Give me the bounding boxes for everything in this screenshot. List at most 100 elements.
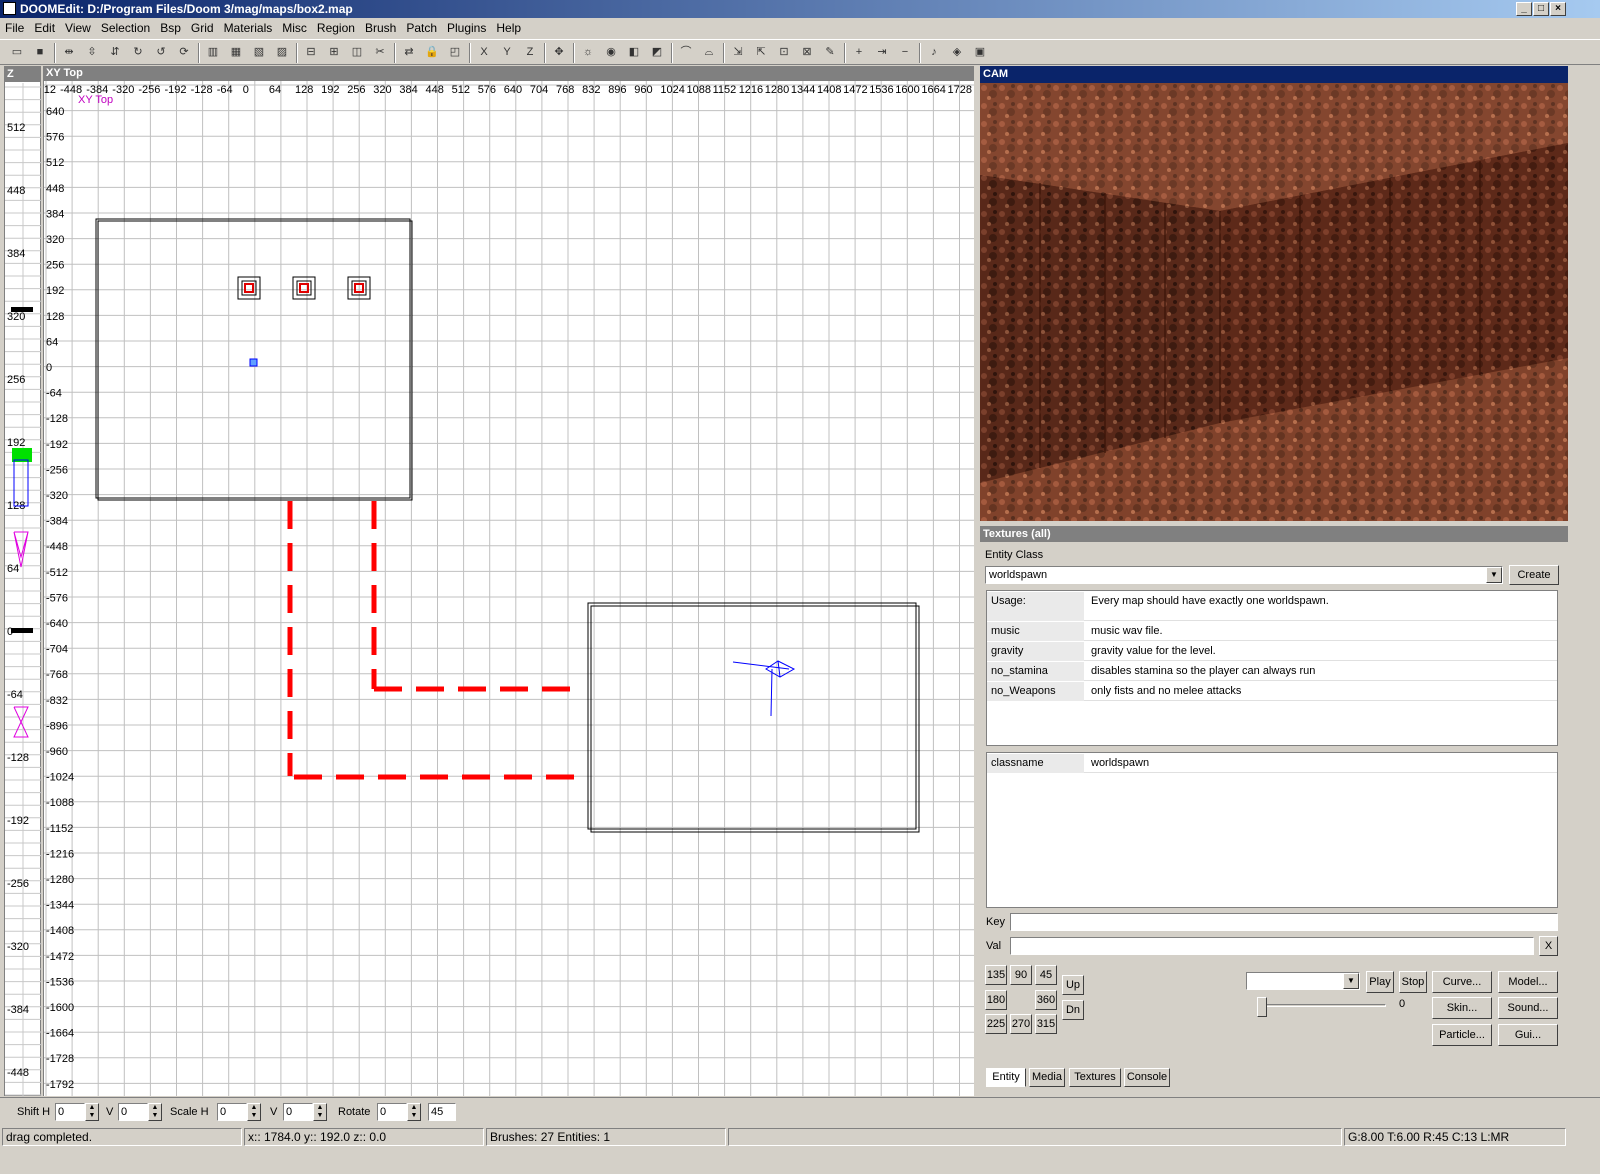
tab-entity[interactable]: Entity bbox=[986, 1068, 1026, 1087]
move-icon[interactable]: ✥ bbox=[550, 43, 568, 61]
light-entity-2[interactable] bbox=[292, 276, 316, 300]
rotate-y-icon[interactable]: ↺ bbox=[152, 43, 170, 61]
open-icon[interactable]: ▭ bbox=[8, 43, 26, 61]
rotate-spinner[interactable]: ▲ ▼ bbox=[407, 1103, 421, 1121]
tab-console[interactable]: Console bbox=[1124, 1068, 1170, 1087]
brush-icon[interactable]: ◧ bbox=[625, 43, 643, 61]
key-input[interactable] bbox=[1010, 913, 1558, 931]
cam-render[interactable] bbox=[980, 83, 1568, 521]
angle-135-button[interactable]: 135 bbox=[985, 965, 1007, 985]
scale-v-spinner[interactable]: ▲ ▼ bbox=[313, 1103, 327, 1121]
play-button[interactable]: Play bbox=[1366, 971, 1394, 993]
camera-icon[interactable]: ▣ bbox=[971, 43, 989, 61]
sound-button[interactable]: Sound... bbox=[1498, 997, 1558, 1019]
model-button[interactable]: Model... bbox=[1498, 971, 1558, 993]
z-brush-marker[interactable] bbox=[11, 307, 33, 312]
tab-textures[interactable]: Textures bbox=[1069, 1068, 1121, 1087]
z-view[interactable]: 512 448 384 320 256 192 128 64 0 -64 -128 -192 -256-… bbox=[4, 66, 42, 1097]
menu-misc[interactable]: Misc bbox=[277, 18, 312, 38]
xy-view-canvas[interactable]: -512-448-384-320-256-192-128-64064128192… bbox=[44, 81, 974, 1096]
xy-view[interactable]: -512-448-384-320-256-192-128-64064128192… bbox=[43, 81, 974, 1096]
select-touching-icon[interactable]: ▦ bbox=[227, 43, 245, 61]
csg-make-hollow-icon[interactable]: ◫ bbox=[348, 43, 366, 61]
light-icon[interactable]: ☼ bbox=[579, 43, 597, 61]
angle-225-button[interactable]: 225 bbox=[985, 1014, 1007, 1034]
flip-z-icon[interactable]: ⇵ bbox=[106, 43, 124, 61]
menu-view[interactable]: View bbox=[60, 18, 96, 38]
room-brush-2[interactable] bbox=[587, 602, 917, 830]
scale-v-input[interactable]: 0 bbox=[283, 1103, 313, 1121]
rotate-step-input[interactable]: 45 bbox=[428, 1103, 456, 1121]
add-icon[interactable]: + bbox=[850, 43, 868, 61]
select-inside-icon[interactable]: ▨ bbox=[273, 43, 291, 61]
menu-grid[interactable]: Grid bbox=[186, 18, 219, 38]
z-light-marker[interactable] bbox=[13, 531, 29, 568]
menu-help[interactable]: Help bbox=[491, 18, 526, 38]
menu-selection[interactable]: Selection bbox=[96, 18, 155, 38]
bend-icon[interactable]: ⌓ bbox=[700, 43, 718, 61]
change-views-icon[interactable]: ⇄ bbox=[400, 43, 418, 61]
particle-button[interactable]: Particle... bbox=[1432, 1024, 1492, 1046]
texture-lock-icon[interactable]: 🔒 bbox=[423, 43, 441, 61]
drag-vertices-icon[interactable]: ⇱ bbox=[752, 43, 770, 61]
menu-file[interactable]: File bbox=[0, 18, 29, 38]
curve-icon[interactable]: ⌒ bbox=[677, 43, 695, 61]
z-brush-marker[interactable] bbox=[11, 628, 33, 633]
camera-icon[interactable] bbox=[732, 660, 796, 717]
patch-icon[interactable]: ◩ bbox=[648, 43, 666, 61]
light-entity-1[interactable] bbox=[237, 276, 261, 300]
clipper-icon[interactable]: ✂ bbox=[371, 43, 389, 61]
shift-v-input[interactable]: 0 bbox=[118, 1103, 148, 1121]
angle-180-button[interactable]: 180 bbox=[985, 990, 1007, 1010]
minimize-button[interactable]: _ bbox=[1516, 2, 1532, 16]
rotate-x-icon[interactable]: ↻ bbox=[129, 43, 147, 61]
val-input[interactable] bbox=[1010, 937, 1534, 955]
skin-button[interactable]: Skin... bbox=[1432, 997, 1492, 1019]
menu-plugins[interactable]: Plugins bbox=[442, 18, 491, 38]
property-row[interactable]: classname worldspawn bbox=[987, 754, 1557, 773]
angle-45-button[interactable]: 45 bbox=[1035, 965, 1057, 985]
save-icon[interactable]: ■ bbox=[31, 43, 49, 61]
sound-icon[interactable]: ♪ bbox=[925, 43, 943, 61]
menu-patch[interactable]: Patch bbox=[401, 18, 442, 38]
csg-subtract-icon[interactable]: ⊟ bbox=[302, 43, 320, 61]
view-z-icon[interactable]: Z bbox=[521, 43, 539, 61]
render-icon[interactable]: ◈ bbox=[948, 43, 966, 61]
rotate-input[interactable]: 0 bbox=[377, 1103, 407, 1121]
menu-edit[interactable]: Edit bbox=[29, 18, 60, 38]
player-start-entity[interactable] bbox=[249, 358, 258, 367]
slider-thumb[interactable] bbox=[1257, 997, 1267, 1017]
scale-h-input[interactable]: 0 bbox=[217, 1103, 247, 1121]
select-entity-icon[interactable]: ⊠ bbox=[798, 43, 816, 61]
delete-icon[interactable]: − bbox=[896, 43, 914, 61]
create-button[interactable]: Create bbox=[1509, 565, 1559, 585]
angle-360-button[interactable]: 360 bbox=[1035, 990, 1057, 1010]
down-button[interactable]: Dn bbox=[1062, 1000, 1084, 1020]
angle-270-button[interactable]: 270 bbox=[1010, 1014, 1032, 1034]
menu-brush[interactable]: Brush bbox=[360, 18, 401, 38]
menu-bsp[interactable]: Bsp bbox=[155, 18, 186, 38]
angle-90-button[interactable]: 90 bbox=[1010, 965, 1032, 985]
flip-x-icon[interactable]: ⇹ bbox=[60, 43, 78, 61]
up-button[interactable]: Up bbox=[1062, 975, 1084, 995]
view-x-icon[interactable]: X bbox=[475, 43, 493, 61]
show-entities-icon[interactable]: ⊡ bbox=[775, 43, 793, 61]
stop-button[interactable]: Stop bbox=[1399, 971, 1427, 993]
tab-media[interactable]: Media bbox=[1029, 1068, 1065, 1087]
media-combo[interactable]: ▼ bbox=[1246, 972, 1360, 990]
csg-merge-icon[interactable]: ⊞ bbox=[325, 43, 343, 61]
cubic-clip-icon[interactable]: ◰ bbox=[446, 43, 464, 61]
menu-materials[interactable]: Materials bbox=[219, 18, 278, 38]
shift-h-spinner[interactable]: ▲ ▼ bbox=[85, 1103, 99, 1121]
z-light-marker[interactable] bbox=[13, 706, 29, 738]
z-view-canvas[interactable]: 512448384320256192128640-64-128-192-256-… bbox=[5, 67, 42, 1097]
entity-class-combo[interactable]: worldspawn ▼ bbox=[985, 566, 1503, 584]
curve-button[interactable]: Curve... bbox=[1432, 971, 1492, 993]
view-y-icon[interactable]: Y bbox=[498, 43, 516, 61]
slider-track[interactable] bbox=[1258, 1004, 1386, 1007]
select-complete-tall-icon[interactable]: ▥ bbox=[204, 43, 222, 61]
insert-icon[interactable]: ⇥ bbox=[873, 43, 891, 61]
rotate-z-icon[interactable]: ⟳ bbox=[175, 43, 193, 61]
scale-h-spinner[interactable]: ▲ ▼ bbox=[247, 1103, 261, 1121]
drag-edges-icon[interactable]: ⇲ bbox=[729, 43, 747, 61]
